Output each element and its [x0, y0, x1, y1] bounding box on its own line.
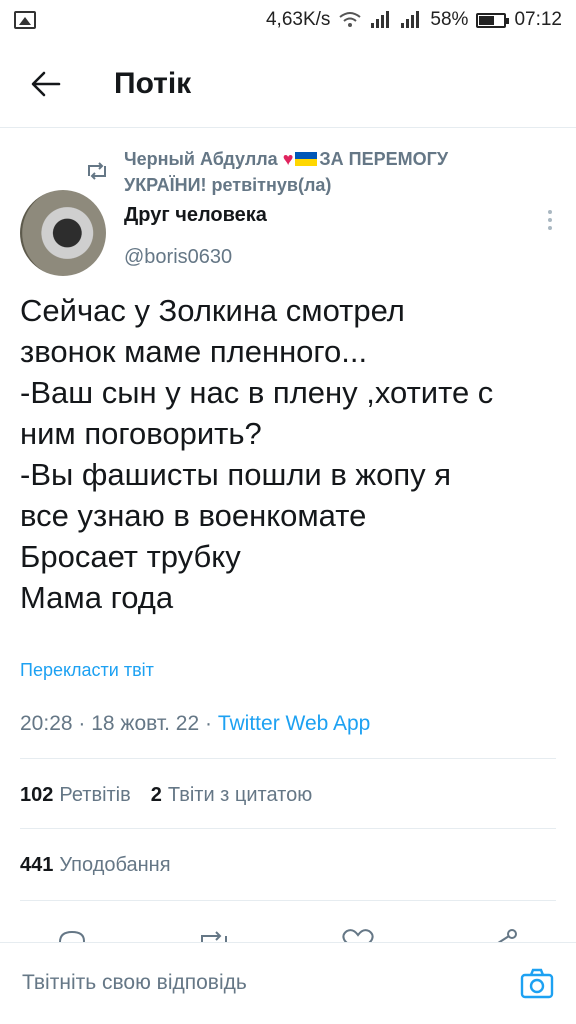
- wifi-icon: [338, 11, 362, 29]
- likes-stats: 441 Уподобання: [20, 854, 171, 877]
- heart-emoji: ♥: [282, 149, 294, 169]
- divider: [20, 828, 556, 829]
- translate-tweet-link[interactable]: Перекласти твіт: [20, 660, 154, 681]
- top-app-bar: Потік: [0, 40, 576, 128]
- divider: [20, 758, 556, 759]
- retweets-label: Ретвітів: [59, 784, 131, 806]
- network-speed: 4,63K/s: [265, 9, 331, 30]
- ukraine-flag-emoji: [295, 152, 318, 166]
- tweet-time: 20:28: [20, 712, 73, 735]
- tweet-source-link[interactable]: Twitter Web App: [218, 712, 371, 735]
- retweets-stat[interactable]: 102 Ретвітів: [20, 784, 131, 807]
- retweeter-name: Черный Абдулла: [124, 149, 278, 169]
- author-name[interactable]: Друг человека: [124, 204, 267, 227]
- tweet-meta: 20:28 · 18 жовт. 22 · Twitter Web App: [20, 712, 371, 735]
- likes-count: 441: [20, 854, 54, 876]
- retweet-icon: [88, 162, 106, 180]
- author-handle[interactable]: @boris0630: [124, 246, 232, 269]
- reply-bar: Твітніть свою відповідь: [0, 942, 576, 1024]
- tweet-author: Друг человека @boris0630: [20, 190, 556, 282]
- quotes-label: Твіти з цитатою: [167, 784, 313, 806]
- likes-label: Уподобання: [59, 854, 171, 876]
- likes-stat[interactable]: 441 Уподобання: [20, 854, 171, 876]
- page-title: Потік: [114, 66, 192, 100]
- signal-icon: [370, 11, 392, 29]
- quotes-stat[interactable]: 2 Твіти з цитатою: [151, 784, 312, 807]
- more-options-icon[interactable]: [544, 208, 556, 234]
- retweets-count: 102: [20, 784, 54, 806]
- retweet-stats: 102 Ретвітів 2 Твіти з цитатою: [20, 784, 312, 807]
- tweet-text: Сейчас у Золкина смотрел звонок маме пле…: [20, 293, 494, 615]
- signal-icon: [400, 11, 422, 29]
- tweet-date: 18 жовт. 22: [91, 712, 200, 735]
- status-bar: 4,63K/s 58% 07:12: [0, 0, 576, 40]
- battery-icon: [476, 12, 510, 28]
- arrow-left-icon: [31, 71, 61, 96]
- avatar[interactable]: [20, 190, 106, 276]
- camera-icon[interactable]: [520, 967, 554, 1001]
- quotes-count: 2: [150, 784, 162, 806]
- status-bar-right: 4,63K/s 58% 07:12: [266, 9, 562, 31]
- back-button[interactable]: [14, 52, 78, 116]
- reply-input[interactable]: Твітніть свою відповідь: [22, 971, 247, 995]
- divider: [20, 900, 556, 901]
- image-icon: [14, 11, 36, 29]
- clock: 07:12: [514, 9, 562, 30]
- battery-percent: 58%: [430, 9, 469, 30]
